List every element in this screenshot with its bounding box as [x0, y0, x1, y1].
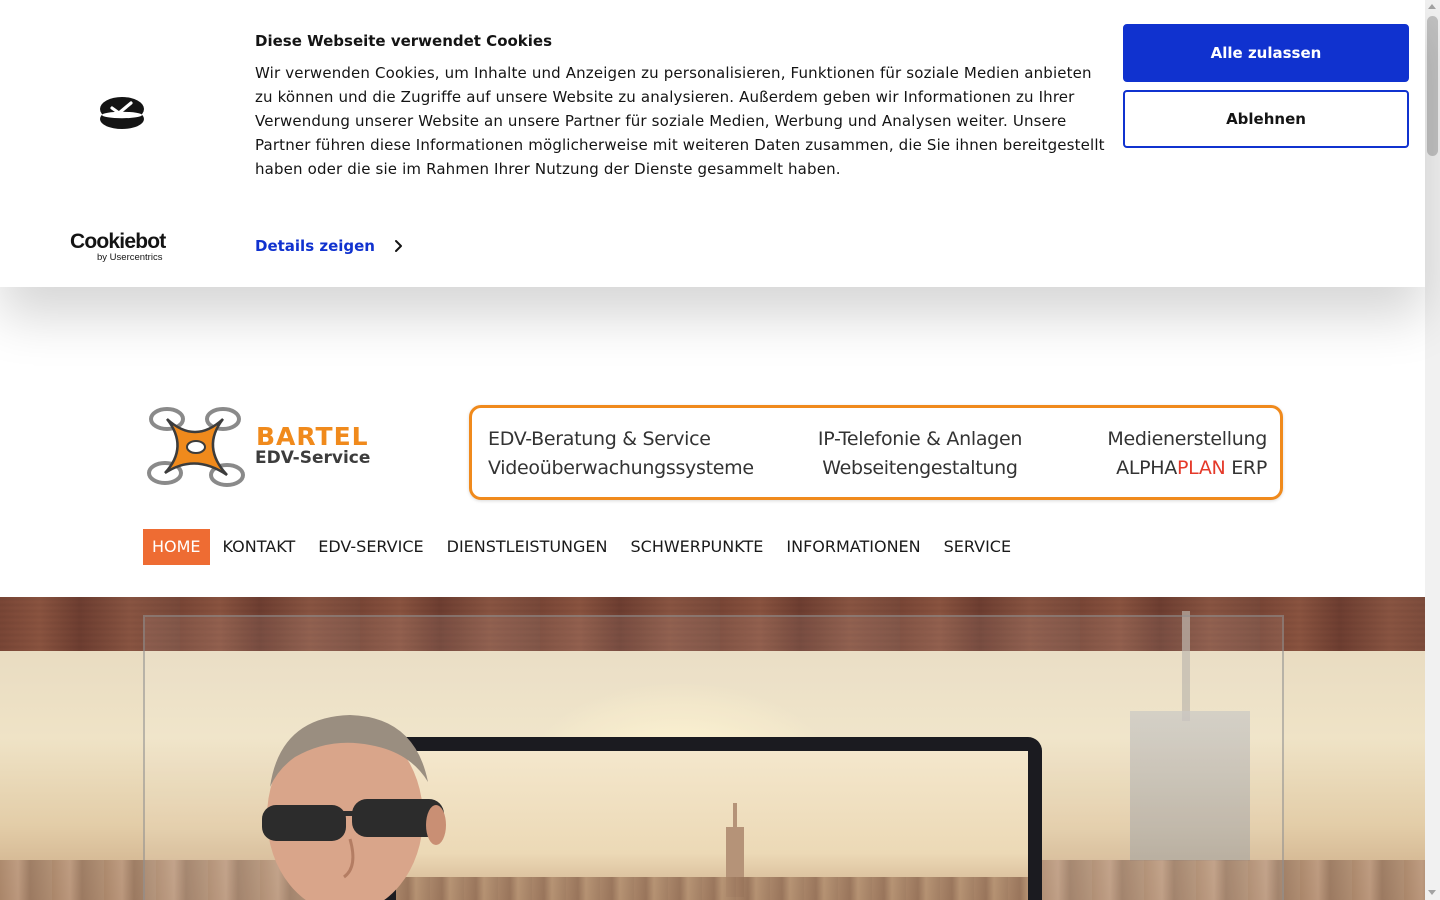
service-video: Videoüberwachungssysteme [488, 457, 754, 479]
cookiebot-brand: Cookiebot by Usercentrics [70, 231, 174, 265]
service-medien: Medienerstellung [1107, 428, 1267, 450]
hero-person-photo [262, 715, 446, 900]
nav-item-kontakt[interactable]: KONTAKT [212, 529, 307, 565]
hero-monitor-screen [396, 751, 1028, 900]
services-column-3: Medienerstellung ALPHAPLAN ERP [1107, 425, 1267, 483]
nav-item-edv-service[interactable]: EDV-SERVICE [307, 529, 434, 565]
service-alphaplan: ALPHAPLAN ERP [1107, 454, 1267, 483]
alphaplan-plan: PLAN [1176, 457, 1226, 479]
cookie-banner-title: Diese Webseite verwendet Cookies [255, 32, 553, 50]
deny-button[interactable]: Ablehnen [1123, 90, 1409, 148]
nav-item-dienstleistungen[interactable]: DIENSTLEISTUNGEN [436, 529, 619, 565]
scroll-up-arrow-icon[interactable] [1428, 4, 1436, 9]
scrollbar-thumb[interactable] [1427, 16, 1438, 156]
site-logo[interactable]: BARTEL EDV-Service [143, 397, 383, 497]
cookiebot-brand-name: Cookiebot [70, 230, 166, 253]
nav-item-schwerpunkte[interactable]: SCHWERPUNKTE [620, 529, 775, 565]
cookie-banner: Diese Webseite verwendet Cookies Wir ver… [0, 0, 1425, 287]
hero-image [0, 597, 1425, 900]
page-scrollbar[interactable] [1425, 0, 1440, 900]
nav-item-informationen[interactable]: INFORMATIONEN [775, 529, 931, 565]
hero-monitor-skyline [396, 877, 1028, 900]
alphaplan-erp: ERP [1225, 457, 1267, 479]
chevron-right-icon [395, 240, 402, 252]
services-banner: EDV-Beratung & Service Videoüberwachungs… [469, 405, 1283, 500]
services-column-2: IP-Telefonie & Anlagen Webseitengestaltu… [790, 425, 1050, 483]
cookiebot-check-icon [100, 97, 144, 129]
service-ip-telefonie: IP-Telefonie & Anlagen [817, 428, 1023, 450]
details-link[interactable]: Details zeigen [255, 237, 405, 255]
cookie-banner-text: Wir verwenden Cookies, um Inhalte und An… [255, 64, 1105, 178]
hero-monitor [380, 737, 1042, 900]
nav-item-service[interactable]: SERVICE [933, 529, 1022, 565]
details-link-label: Details zeigen [255, 237, 375, 255]
nav-item-home[interactable]: HOME [143, 529, 210, 565]
hero-tower-spire [733, 803, 737, 827]
cookiebot-brand-sub: by Usercentrics [97, 252, 163, 263]
drone-icon [147, 407, 245, 487]
allow-all-button[interactable]: Alle zulassen [1123, 24, 1409, 82]
logo-subtitle: EDV-Service [255, 448, 371, 468]
services-column-1: EDV-Beratung & Service Videoüberwachungs… [488, 425, 754, 483]
service-edv-beratung: EDV-Beratung & Service [488, 428, 711, 450]
service-webseiten: Webseitengestaltung [822, 457, 1018, 479]
main-nav: HOME KONTAKT EDV-SERVICE DIENSTLEISTUNGE… [143, 529, 1023, 565]
logo-name: BARTEL [256, 422, 369, 451]
scroll-down-arrow-icon[interactable] [1428, 890, 1436, 895]
alphaplan-alpha: ALPHA [1116, 457, 1177, 479]
